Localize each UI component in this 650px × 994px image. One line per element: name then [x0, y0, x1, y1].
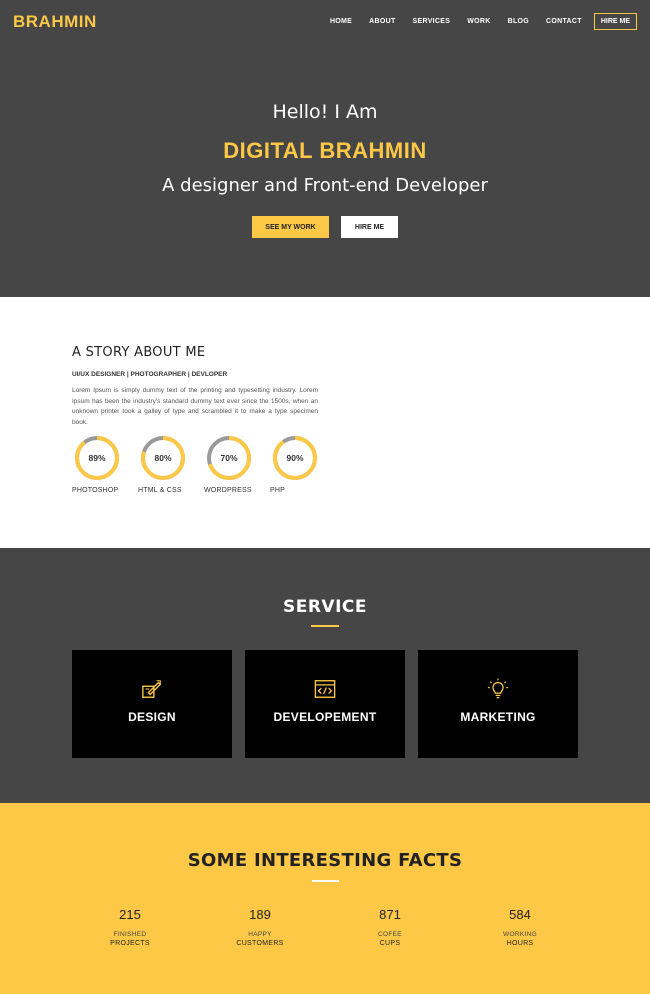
- service-label: MARKETING: [460, 710, 536, 724]
- skills-list: 89% PHOTOSHOP 80% HTML & CSS 70% WORDPRE…: [72, 435, 336, 494]
- skill-label: HTML & CSS: [138, 487, 182, 494]
- fact-number: 871: [379, 907, 401, 922]
- skill-value: 80%: [154, 453, 172, 463]
- fact-label-bottom: PROJECTS: [110, 940, 150, 947]
- service-card-marketing[interactable]: MARKETING: [418, 650, 578, 758]
- about-roles: UI/UX DESIGNER | PHOTOGRAPHER | DEVLOPER: [72, 371, 228, 378]
- fact-item: 215 FINISHED PROJECTS: [85, 907, 175, 947]
- hire-me-nav-button[interactable]: HIRE ME: [593, 13, 637, 30]
- lightbulb-icon: [487, 678, 509, 699]
- service-card-design[interactable]: DESIGN: [72, 650, 232, 758]
- fact-label-top: WORKING: [503, 931, 537, 938]
- nav-home[interactable]: HOME: [330, 18, 352, 25]
- design-pencil-icon: [142, 680, 162, 698]
- fact-number: 189: [249, 907, 271, 922]
- code-window-icon: [314, 680, 336, 698]
- see-my-work-button[interactable]: SEE MY WORK: [252, 216, 329, 238]
- nav-blog[interactable]: BLOG: [508, 18, 529, 25]
- about-text: Lorem Ipsum is simply dummy text of the …: [72, 387, 318, 426]
- hero-name: DIGITAL BRAHMIN: [223, 138, 427, 163]
- skill-label: WORDPRESS: [204, 487, 252, 494]
- fact-label-bottom: CUSTOMERS: [236, 940, 284, 947]
- nav-contact[interactable]: CONTACT: [546, 18, 582, 25]
- brand-logo[interactable]: BRAHMIN: [13, 12, 97, 32]
- skill-ring: 70%: [206, 435, 252, 481]
- title-divider: [311, 625, 339, 627]
- skill-item: 80% HTML & CSS: [138, 435, 204, 494]
- hero-buttons: SEE MY WORK HIRE ME: [0, 216, 650, 238]
- hero-tagline: A designer and Front-end Developer: [162, 175, 488, 196]
- services-title: SERVICE: [282, 597, 368, 617]
- fact-number: 584: [509, 907, 531, 922]
- main-nav: HOME ABOUT SERVICES WORK BLOG CONTACT HI…: [313, 13, 637, 30]
- fact-label-top: COFEE: [378, 931, 402, 938]
- skill-item: 70% WORDPRESS: [204, 435, 270, 494]
- skill-ring: 80%: [140, 435, 186, 481]
- service-label: DEVELOPEMENT: [273, 710, 377, 724]
- fact-item: 189 HAPPY CUSTOMERS: [215, 907, 305, 947]
- services-section: SERVICE DESIGN DEVELOPEMENT MARKETING: [0, 548, 650, 803]
- facts-section: SOME INTERESTING FACTS 215 FINISHED PROJ…: [0, 803, 650, 994]
- skill-ring: 90%: [272, 435, 318, 481]
- skill-value: 89%: [88, 453, 106, 463]
- hire-me-button[interactable]: HIRE ME: [341, 216, 398, 238]
- fact-item: 871 COFEE CUPS: [345, 907, 435, 947]
- service-label: DESIGN: [128, 710, 176, 724]
- fact-item: 584 WORKING HOURS: [475, 907, 565, 947]
- skill-item: 90% PHP: [270, 435, 336, 494]
- hero-greeting: Hello! I Am: [272, 101, 378, 123]
- fact-label-top: HAPPY: [248, 931, 272, 938]
- skill-ring: 89%: [74, 435, 120, 481]
- skill-value: 90%: [286, 453, 304, 463]
- fact-number: 215: [119, 907, 141, 922]
- hero-section: BRAHMIN HOME ABOUT SERVICES WORK BLOG CO…: [0, 0, 650, 297]
- about-title: A STORY ABOUT ME: [72, 345, 206, 360]
- service-card-development[interactable]: DEVELOPEMENT: [245, 650, 405, 758]
- skill-value: 70%: [220, 453, 238, 463]
- skill-item: 89% PHOTOSHOP: [72, 435, 138, 494]
- about-section: A STORY ABOUT ME UI/UX DESIGNER | PHOTOG…: [0, 297, 650, 548]
- nav-about[interactable]: ABOUT: [369, 18, 395, 25]
- title-divider: [312, 880, 339, 882]
- fact-label-bottom: CUPS: [379, 940, 401, 947]
- nav-services[interactable]: SERVICES: [413, 18, 451, 25]
- nav-work[interactable]: WORK: [467, 18, 490, 25]
- skill-label: PHP: [270, 487, 285, 494]
- fact-label-top: FINISHED: [113, 931, 147, 938]
- fact-label-bottom: HOURS: [506, 940, 534, 947]
- skill-label: PHOTOSHOP: [72, 487, 119, 494]
- facts-title: SOME INTERESTING FACTS: [187, 850, 463, 871]
